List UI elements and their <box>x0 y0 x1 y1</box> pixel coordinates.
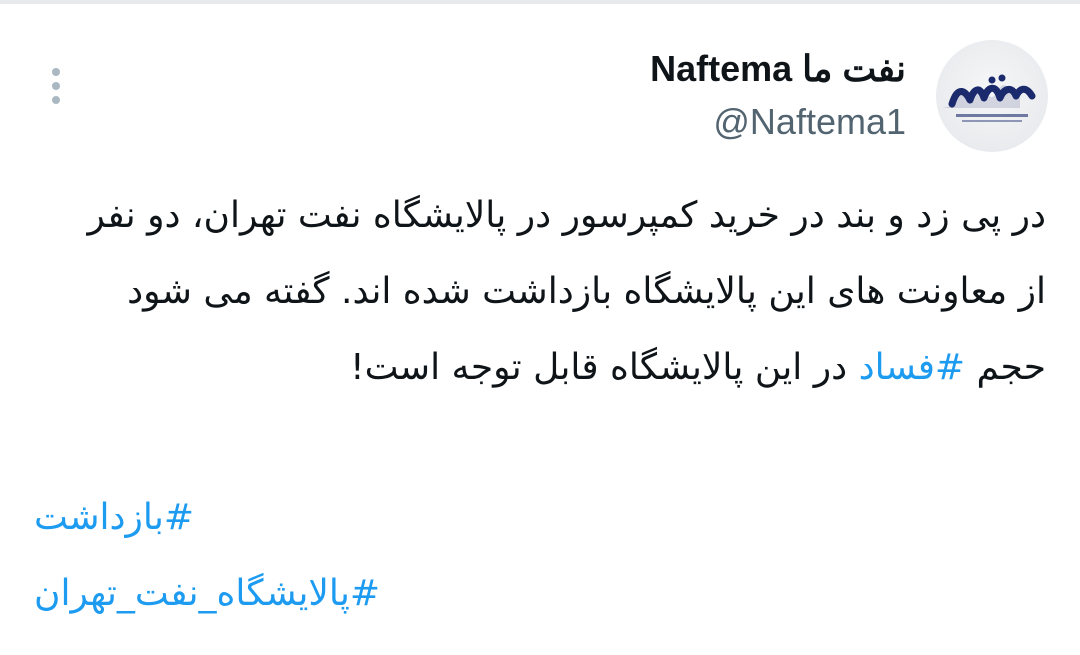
tweet-header: نفت ما Naftema @Naftema1 <box>650 40 1048 152</box>
author-block[interactable]: نفت ما Naftema @Naftema1 <box>650 47 906 145</box>
hashtag-link-fasad[interactable]: #فساد <box>859 347 966 388</box>
author-handle[interactable]: @Naftema1 <box>713 99 906 145</box>
naftema-logo-icon <box>942 74 1036 122</box>
tweet-text: در پی زد و بند در خرید کمپرسور در پالایش… <box>60 178 1046 406</box>
hashtag-list: #بازداشت #پالایشگاه_نفت_تهران <box>34 480 1046 632</box>
author-display-name[interactable]: نفت ما Naftema <box>650 47 906 91</box>
tweet-text-part: در این پالایشگاه قابل توجه است! <box>350 347 859 388</box>
more-dots-icon <box>52 96 60 104</box>
top-divider <box>0 0 1080 4</box>
more-options-button[interactable] <box>42 64 70 108</box>
more-dots-icon <box>52 68 60 76</box>
avatar[interactable] <box>936 40 1048 152</box>
hashtag-link-refinery[interactable]: #پالایشگاه_نفت_تهران <box>34 556 1046 632</box>
hashtag-link-bazdasht[interactable]: #بازداشت <box>34 480 1046 556</box>
more-dots-icon <box>52 82 60 90</box>
